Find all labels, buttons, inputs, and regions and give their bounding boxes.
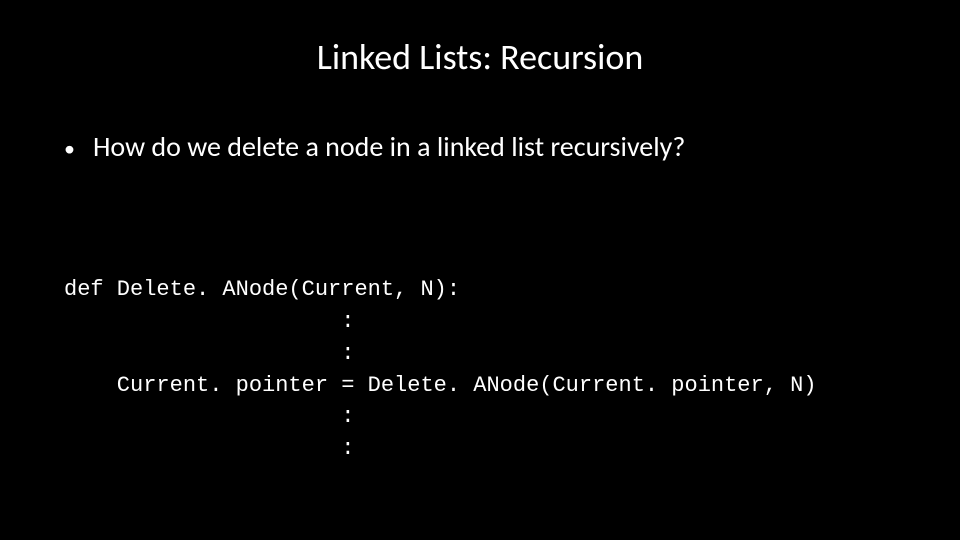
code-line: def Delete. ANode(Current, N): [64,277,460,302]
code-line: : [64,309,354,334]
code-block: def Delete. ANode(Current, N): : : Curre… [64,242,930,497]
bullet-text: How do we delete a node in a linked list… [93,129,685,164]
code-line: : [64,341,354,366]
code-line: Current. pointer = Delete. ANode(Current… [64,373,817,398]
bullet-item: • How do we delete a node in a linked li… [64,129,930,164]
bullet-dot-icon: • [64,135,75,162]
slide-title: Linked Lists: Recursion [30,35,930,79]
code-line: : [64,436,354,461]
slide: Linked Lists: Recursion • How do we dele… [0,0,960,540]
code-line: : [64,404,354,429]
